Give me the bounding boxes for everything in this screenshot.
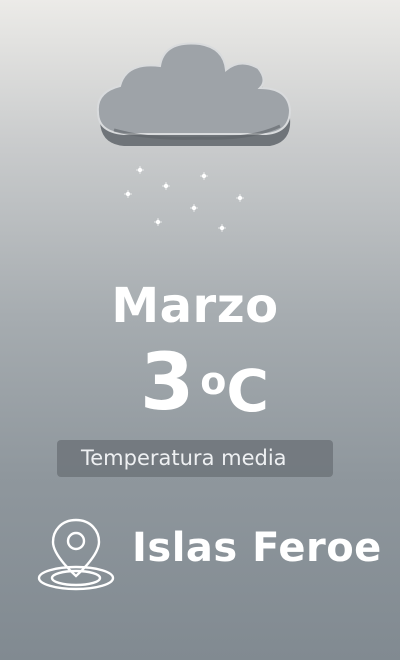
snow-cloud-icon — [90, 40, 300, 160]
temperature-degree: o — [200, 359, 227, 403]
snowflakes — [110, 160, 260, 240]
location-name: Islas Feroe — [132, 525, 382, 571]
month-title: Marzo — [111, 278, 279, 334]
temperature-label: Temperatura media — [57, 440, 333, 477]
temperature-value: 3 — [140, 338, 195, 428]
temperature-unit: C — [226, 357, 269, 425]
temperature-display: 3 o C — [140, 340, 269, 430]
map-pin-icon — [36, 514, 116, 592]
